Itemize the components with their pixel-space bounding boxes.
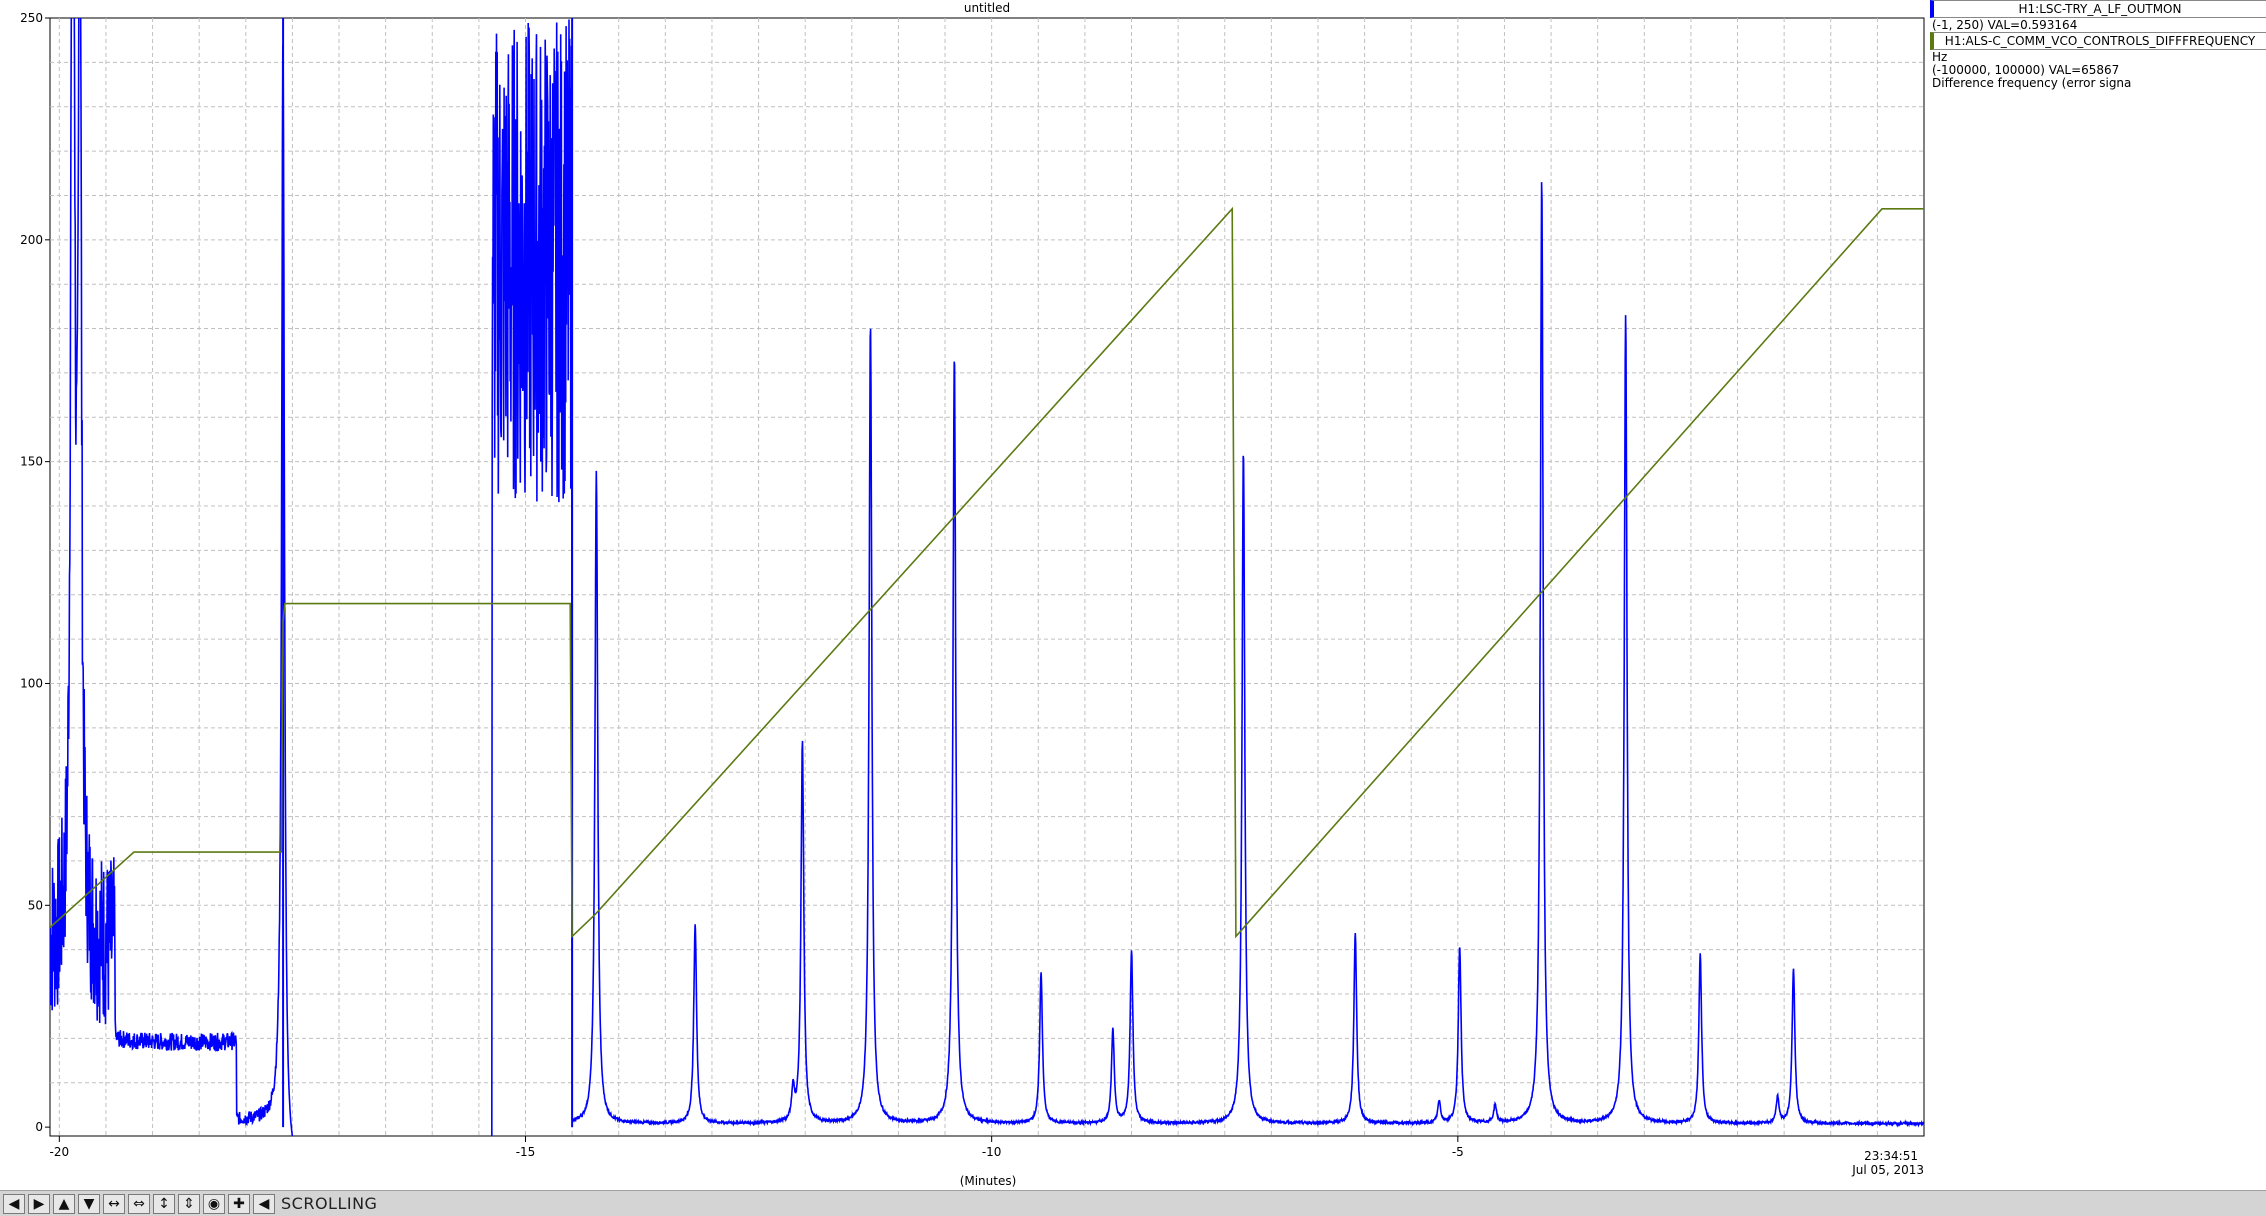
- timestamp-date: Jul 05, 2013: [1851, 1163, 1924, 1177]
- y-tick-label: 50: [28, 898, 43, 912]
- arrow-down-icon[interactable]: ▼: [78, 1193, 100, 1214]
- legend-series2-label[interactable]: H1:ALS-C_COMM_VCO_CONTROLS_DIFFFREQUENCY: [1930, 32, 2266, 50]
- arrow-left-icon[interactable]: ◀: [3, 1193, 25, 1214]
- legend-series1-label[interactable]: H1:LSC-TRY_A_LF_OUTMON: [1930, 0, 2266, 18]
- y-tick-label: 150: [20, 455, 43, 469]
- expand-horizontal-icon[interactable]: ↔: [103, 1193, 125, 1214]
- x-tick-label: -10: [982, 1145, 1002, 1159]
- plot-area: [49, 17, 1925, 1137]
- legend-series1-range: (-1, 250) VAL=0.593164: [1932, 18, 2078, 32]
- legend: H1:LSC-TRY_A_LF_OUTMON (-1, 250) VAL=0.5…: [1928, 0, 2266, 1190]
- x-tick-label: -5: [1452, 1145, 1464, 1159]
- legend-series2-desc: Difference frequency (error signa: [1932, 76, 2132, 90]
- y-tick-label: 100: [20, 676, 43, 690]
- zoom-plus-icon[interactable]: ✚: [228, 1193, 250, 1214]
- record-icon[interactable]: ◉: [203, 1193, 225, 1214]
- status-text: SCROLLING: [281, 1194, 378, 1213]
- x-tick-label: -20: [50, 1145, 70, 1159]
- y-tick-label: 200: [20, 233, 43, 247]
- arrow-up-icon[interactable]: ▲: [53, 1193, 75, 1214]
- chart-plot: -20 -15 -10 -5 0 50 100 150 200 250 untitled (Min…: [20, 1, 1925, 1188]
- toolbar: ◀ ▶ ▲ ▼ ↔ ⇔ ↕ ⇕ ◉ ✚ ◀ SCROLLING: [0, 1190, 2266, 1216]
- compress-horizontal-icon[interactable]: ⇔: [128, 1193, 150, 1214]
- timestamp-time: 23:34:51: [1864, 1149, 1918, 1163]
- x-axis-label: (Minutes): [960, 1174, 1017, 1188]
- expand-vertical-icon[interactable]: ↕: [153, 1193, 175, 1214]
- y-tick-label: 250: [20, 11, 43, 25]
- legend-series2-range: (-100000, 100000) VAL=65867: [1932, 63, 2120, 77]
- compress-vertical-icon[interactable]: ⇕: [178, 1193, 200, 1214]
- y-tick-label: 0: [35, 1120, 43, 1134]
- chart-title: untitled: [964, 1, 1010, 15]
- back-icon[interactable]: ◀: [253, 1193, 275, 1214]
- arrow-right-icon[interactable]: ▶: [28, 1193, 50, 1214]
- legend-series2-unit: Hz: [1932, 50, 1948, 64]
- x-tick-label: -15: [516, 1145, 536, 1159]
